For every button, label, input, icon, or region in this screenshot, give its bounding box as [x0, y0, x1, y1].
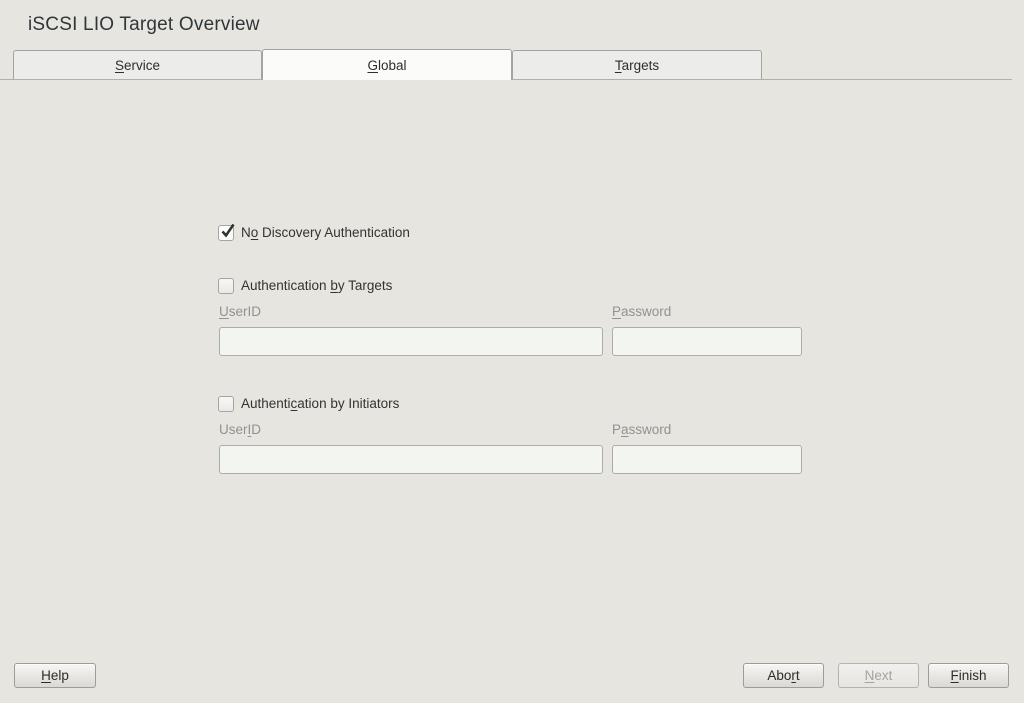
help-button[interactable]: Help: [14, 663, 96, 688]
targets-password-input[interactable]: [612, 327, 802, 356]
tab-service[interactable]: Service: [13, 50, 262, 79]
abort-button[interactable]: Abort: [743, 663, 824, 688]
initiators-password-label: Password: [612, 422, 671, 437]
initiators-userid-input[interactable]: [219, 445, 603, 474]
checkbox-authentication-by-initiators[interactable]: Authentication by Initiators: [218, 395, 399, 412]
targets-userid-label: UserID: [219, 304, 261, 319]
targets-userid-input[interactable]: [219, 327, 603, 356]
checkbox-authentication-by-targets[interactable]: Authentication by Targets: [218, 277, 392, 294]
checkbox-box[interactable]: [218, 396, 234, 412]
checkbox-label: No Discovery Authentication: [241, 225, 410, 240]
tab-targets-label: Targets: [615, 58, 659, 73]
next-button[interactable]: Next: [838, 663, 919, 688]
initiators-password-input[interactable]: [612, 445, 802, 474]
checkbox-label: Authentication by Targets: [241, 278, 392, 293]
checkbox-no-discovery-authentication[interactable]: No Discovery Authentication: [218, 224, 410, 241]
tab-global[interactable]: Global: [262, 49, 512, 80]
page-title: iSCSI LIO Target Overview: [28, 14, 260, 36]
tab-global-label: Global: [367, 58, 406, 73]
targets-password-label: Password: [612, 304, 671, 319]
tab-service-label: Service: [115, 58, 160, 73]
checkbox-label: Authentication by Initiators: [241, 396, 399, 411]
tab-targets[interactable]: Targets: [512, 50, 762, 79]
finish-button[interactable]: Finish: [928, 663, 1009, 688]
checkbox-box[interactable]: [218, 225, 234, 241]
checkbox-box[interactable]: [218, 278, 234, 294]
initiators-userid-label: UserID: [219, 422, 261, 437]
